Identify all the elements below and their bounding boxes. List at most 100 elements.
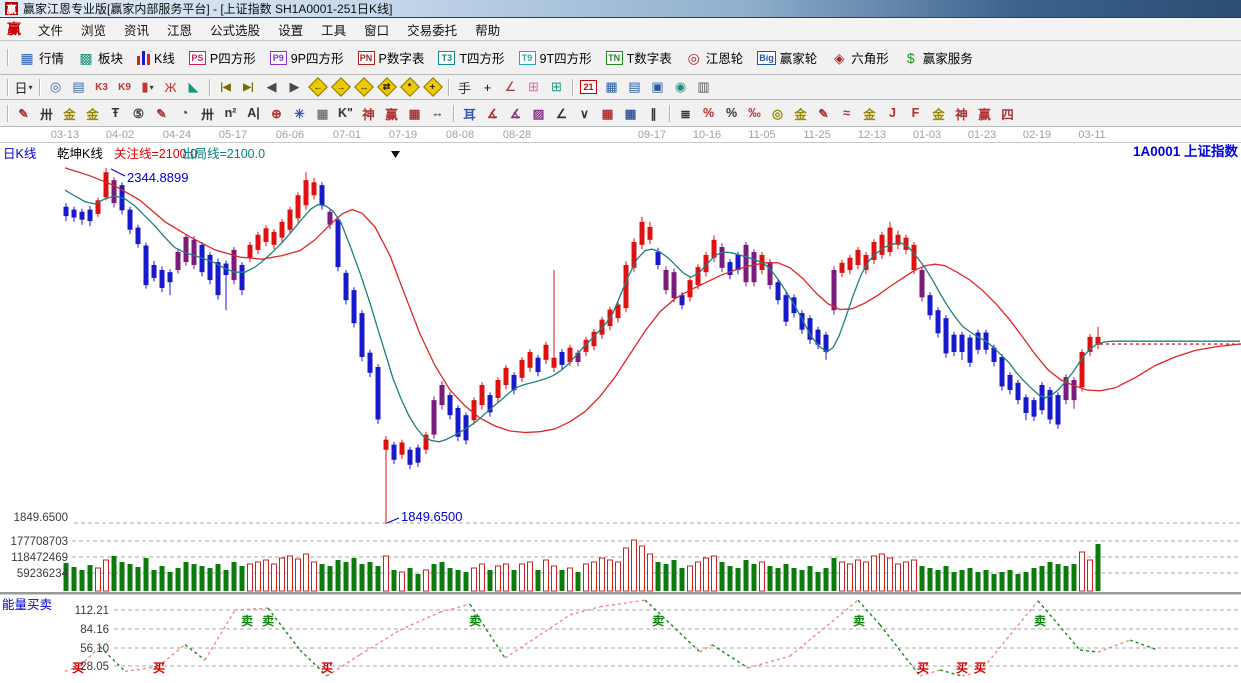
draw-tool-22[interactable]: ∡	[481, 103, 504, 124]
p-number-table-button[interactable]: PNP数字表	[351, 45, 432, 70]
draw-tool-2[interactable]: 卅	[35, 103, 58, 124]
draw-tool-16[interactable]: 神	[357, 103, 380, 124]
step-back-button[interactable]: ◀	[260, 77, 283, 97]
menu-item-7[interactable]: 工具	[312, 18, 355, 41]
crosshair-tool[interactable]: +	[476, 77, 499, 97]
spiral-tool[interactable]: ◎	[44, 77, 67, 97]
draw-tool-21[interactable]: 耳	[458, 103, 481, 124]
draw-tool-35[interactable]: ◎	[766, 103, 789, 124]
draw-tool-27[interactable]: ▦	[596, 103, 619, 124]
draw-tool-41[interactable]: F	[904, 103, 927, 124]
step-forward-button[interactable]: ▶	[283, 77, 306, 97]
menu-item-6[interactable]: 设置	[269, 18, 312, 41]
menu-item-9[interactable]: 交易委托	[398, 18, 466, 41]
9p-square-button[interactable]: P99P四方形	[263, 45, 351, 70]
p-square-button[interactable]: PSP四方形	[182, 45, 263, 70]
draw-tool-40[interactable]: J	[881, 103, 904, 124]
compress-tool[interactable]: Ж	[159, 77, 182, 97]
9t-square-button[interactable]: T99T四方形	[512, 45, 599, 70]
draw-tool-39[interactable]: 金	[858, 103, 881, 124]
sectors-button[interactable]: ▩板块	[71, 45, 130, 70]
draw-tool-10[interactable]: n²	[219, 103, 242, 124]
draw-tool-31[interactable]: ≣	[674, 103, 697, 124]
notes-button[interactable]: ▤	[623, 77, 646, 97]
menu-item-10[interactable]: 帮助	[466, 18, 509, 41]
draw-tool-12[interactable]: ⊕	[265, 103, 288, 124]
chart-canvas[interactable]: 03-1304-0204-2405-1706-0607-0107-1908-08…	[0, 127, 1241, 683]
save-button[interactable]: ▣	[646, 77, 669, 97]
draw-tool-36[interactable]: 金	[789, 103, 812, 124]
draw-tool-38[interactable]: ≈	[835, 103, 858, 124]
menu-item-3[interactable]: 资讯	[115, 18, 158, 41]
web-button[interactable]: ◉	[669, 77, 692, 97]
hand-tool[interactable]: 手	[453, 77, 476, 97]
t-number-table-button[interactable]: TNT数字表	[599, 45, 679, 70]
menu-item-5[interactable]: 公式选股	[201, 18, 269, 41]
candlestick-layer[interactable]	[64, 168, 1101, 524]
draw-tool-43[interactable]: 神	[950, 103, 973, 124]
draw-tool-25[interactable]: ∠	[550, 103, 573, 124]
t-square-button[interactable]: T3T四方形	[431, 45, 511, 70]
draw-tool-37[interactable]: ✎	[812, 103, 835, 124]
gann-grid-tool[interactable]: ⊞	[522, 77, 545, 97]
pan-left-button[interactable]: ←	[306, 77, 329, 97]
color-flag-tool[interactable]: ◣	[182, 77, 205, 97]
draw-tool-11[interactable]: A|	[242, 103, 265, 124]
draw-tool-8[interactable]: ◔	[173, 103, 196, 124]
hexagon-button[interactable]: ◈六角形	[824, 45, 896, 70]
zoom-cross-button[interactable]: +	[421, 77, 444, 97]
winner-service-button[interactable]: $赢家服务	[896, 45, 980, 70]
draw-tool-7[interactable]: ✎	[150, 103, 173, 124]
quotes-button[interactable]: ▦行情	[12, 45, 71, 70]
draw-tool-3[interactable]: 金	[58, 103, 81, 124]
volume-bars-layer[interactable]	[64, 540, 1101, 591]
angle-tool[interactable]: ∠	[499, 77, 522, 97]
winner-wheel-button[interactable]: Big赢家轮	[750, 45, 824, 70]
expand-h-button[interactable]: ↔	[352, 77, 375, 97]
brain-grid-tool[interactable]: ⊞	[545, 77, 568, 97]
draw-tool-28[interactable]: ▦	[619, 103, 642, 124]
calculator-button[interactable]: ▦	[600, 77, 623, 97]
swap-h-button[interactable]: ⇄	[375, 77, 398, 97]
gann-wheel-button[interactable]: ◎江恩轮	[679, 45, 751, 70]
draw-tool-1[interactable]: ✎	[12, 103, 35, 124]
menu-item-1[interactable]: 文件	[29, 18, 72, 41]
calendar-button[interactable]: 21	[577, 77, 600, 97]
draw-tool-14[interactable]: ▦	[311, 103, 334, 124]
draw-tool-24[interactable]: ▨	[527, 103, 550, 124]
draw-tool-5[interactable]: Ŧ	[104, 103, 127, 124]
go-last-button[interactable]: ▶|	[237, 77, 260, 97]
period-day-selector[interactable]: 日▾	[12, 77, 35, 97]
menu-item-2[interactable]: 浏览	[72, 18, 115, 41]
draw-tool-26[interactable]: ∨	[573, 103, 596, 124]
draw-tool-33[interactable]: %	[720, 103, 743, 124]
draw-tool-9[interactable]: 卅	[196, 103, 219, 124]
draw-tool-34[interactable]: ‰	[743, 103, 766, 124]
go-first-button[interactable]: |◀	[214, 77, 237, 97]
formula-list[interactable]: ▤	[67, 77, 90, 97]
chart-area[interactable]: 03-1304-0204-2405-1706-0607-0107-1908-08…	[0, 127, 1241, 683]
kline-button[interactable]: K线	[130, 45, 182, 70]
draw-tool-18[interactable]: ▦	[403, 103, 426, 124]
draw-tool-32[interactable]: %	[697, 103, 720, 124]
draw-tool-19[interactable]: ↔	[426, 103, 449, 124]
menu-item-8[interactable]: 窗口	[355, 18, 398, 41]
draw-tool-29[interactable]: ∥	[642, 103, 665, 124]
draw-tool-4[interactable]: 金	[81, 103, 104, 124]
candle-style-selector[interactable]: ▮▾	[136, 77, 159, 97]
pattern-9-tool[interactable]: K9	[113, 77, 136, 97]
draw-tool-13[interactable]: ✳	[288, 103, 311, 124]
draw-tool-45[interactable]: 四	[996, 103, 1019, 124]
draw-tool-6[interactable]: ⑤	[127, 103, 150, 124]
draw-tool-17[interactable]: 赢	[380, 103, 403, 124]
zoom-star-button[interactable]: *	[398, 77, 421, 97]
draw-tool-42[interactable]: 金	[927, 103, 950, 124]
pattern-3-tool[interactable]: K3	[90, 77, 113, 97]
draw-tool-23[interactable]: ∡	[504, 103, 527, 124]
draw-tool-44[interactable]: 赢	[973, 103, 996, 124]
print-button[interactable]: ▥	[692, 77, 715, 97]
draw-tool-15[interactable]: K"	[334, 103, 357, 124]
menu-item-4[interactable]: 江恩	[158, 18, 201, 41]
candle-body	[768, 262, 773, 285]
pan-right-button[interactable]: →	[329, 77, 352, 97]
